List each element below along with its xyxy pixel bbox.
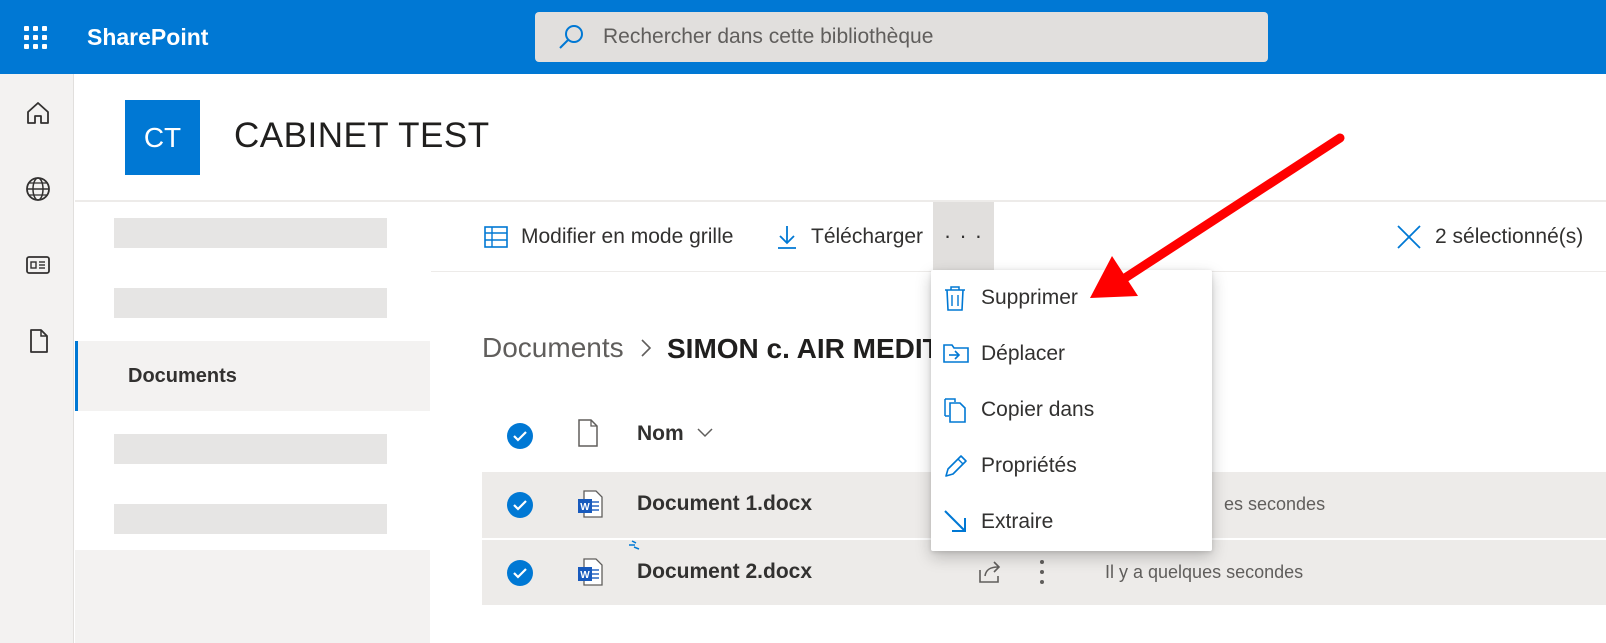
menu-item-label: Déplacer (981, 342, 1066, 365)
site-title[interactable]: CABINET TEST (234, 116, 490, 156)
download-label: Télécharger (811, 225, 924, 248)
file-name[interactable]: Document 2.docx (637, 560, 812, 584)
download-icon (778, 226, 796, 249)
checkout-arrow-icon (944, 510, 966, 532)
edit-grid-label: Modifier en mode grille (521, 225, 734, 248)
nav-item-documents[interactable]: Documents (75, 341, 430, 411)
clear-selection-button[interactable]: 2 sélectionné(s) (1395, 202, 1583, 272)
menu-item-properties[interactable]: Propriétés (931, 438, 1212, 494)
more-vertical-icon[interactable] (1038, 557, 1046, 587)
nav-item-label: Documents (128, 365, 237, 387)
file-name[interactable]: Document 1.docx (637, 492, 812, 516)
word-doc-icon: W (578, 558, 603, 586)
move-icon (943, 344, 969, 363)
menu-item-move[interactable]: Déplacer (931, 326, 1212, 382)
file-type-icon (578, 419, 598, 447)
share-icon[interactable] (976, 558, 1004, 586)
search-icon (559, 25, 583, 49)
pencil-icon (945, 455, 967, 477)
news-icon[interactable] (23, 250, 53, 280)
chevron-down-icon[interactable] (696, 427, 714, 439)
breadcrumb-current: SIMON c. AIR MEDIT (667, 333, 932, 364)
globe-icon[interactable] (23, 174, 53, 204)
nav-placeholder (114, 288, 387, 318)
checkmark-icon (513, 568, 527, 579)
row-checkbox[interactable] (507, 560, 533, 586)
svg-text:W: W (580, 570, 590, 581)
suite-header: SharePoint (0, 0, 1606, 74)
sharepoint-window: SharePoint Rechercher dans cette bibliot… (0, 0, 1606, 643)
menu-item-checkout[interactable]: Extraire (931, 494, 1212, 550)
download-button[interactable]: Télécharger (775, 202, 923, 272)
svg-text:W: W (580, 502, 590, 513)
file-icon[interactable] (23, 326, 53, 356)
nav-placeholder (114, 218, 387, 248)
command-bar: Modifier en mode grille Télécharger 2 sé… (431, 202, 1606, 272)
checkmark-icon (513, 500, 527, 511)
name-column-header[interactable]: Nom (637, 422, 684, 446)
context-menu: Supprimer Déplacer Copier dans Propriété… (931, 270, 1212, 551)
breadcrumb-root[interactable]: Documents (482, 332, 624, 364)
modified-date: Il y a quelques secondes (1105, 562, 1304, 582)
site-logo[interactable]: CT (125, 100, 200, 175)
home-icon[interactable] (23, 98, 53, 128)
search-box[interactable] (535, 12, 1268, 62)
menu-item-label: Copier dans (981, 398, 1095, 421)
menu-item-label: Propriétés (981, 454, 1077, 477)
menu-item-copy[interactable]: Copier dans (931, 382, 1212, 438)
menu-item-label: Extraire (981, 510, 1054, 533)
app-bar (0, 74, 74, 643)
nav-placeholder (114, 504, 387, 534)
checkmark-icon (513, 431, 527, 442)
nav-panel: Documents (75, 202, 430, 550)
select-all-checkbox[interactable] (507, 423, 533, 449)
app-name[interactable]: SharePoint (87, 24, 208, 51)
row-checkbox[interactable] (507, 492, 533, 518)
selection-count: 2 sélectionné(s) (1435, 225, 1584, 248)
search-input[interactable] (603, 21, 1203, 53)
modified-date: es secondes (1224, 494, 1326, 514)
grid-icon (484, 226, 508, 248)
menu-item-label: Supprimer (981, 286, 1078, 309)
chevron-right-icon (641, 339, 652, 357)
app-launcher-icon[interactable] (22, 24, 50, 52)
new-item-icon (629, 540, 640, 550)
site-navigation: Documents (75, 202, 430, 643)
copy-icon (944, 398, 966, 423)
annotation-arrow (1090, 133, 1345, 298)
more-options-button[interactable]: · · · (933, 202, 994, 270)
trash-icon (945, 286, 965, 311)
nav-placeholder (114, 434, 387, 464)
close-icon (1397, 225, 1421, 249)
word-doc-icon: W (578, 490, 603, 518)
edit-grid-button[interactable]: Modifier en mode grille (483, 202, 733, 272)
